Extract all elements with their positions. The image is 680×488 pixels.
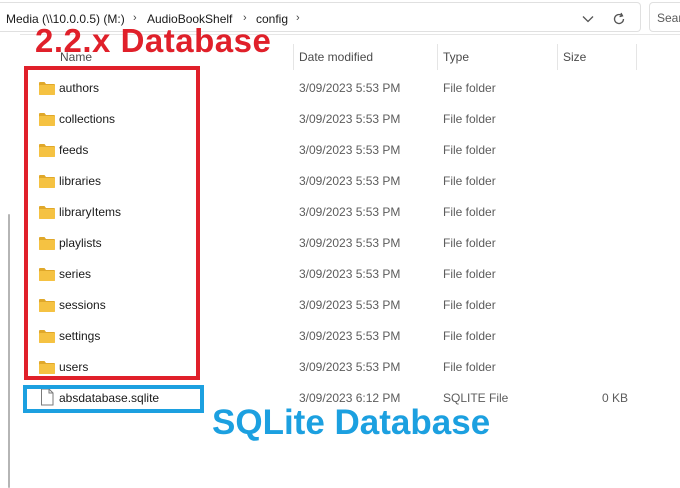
file-type: File folder [443, 205, 496, 219]
file-type: File folder [443, 112, 496, 126]
column-divider[interactable] [557, 44, 558, 70]
file-type: File folder [443, 81, 496, 95]
file-type: File folder [443, 329, 496, 343]
file-type: File folder [443, 267, 496, 281]
file-size: 0 KB [601, 391, 628, 405]
file-date-modified: 3/09/2023 5:53 PM [299, 236, 401, 250]
file-type: File folder [443, 360, 496, 374]
search-placeholder: Sear [657, 11, 680, 25]
file-date-modified: 3/09/2023 5:53 PM [299, 174, 401, 188]
file-date-modified: 3/09/2023 5:53 PM [299, 112, 401, 126]
column-divider[interactable] [636, 44, 637, 70]
column-divider[interactable] [293, 44, 294, 70]
file-date-modified: 3/09/2023 5:53 PM [299, 298, 401, 312]
annotation-label-blue: SQLite Database [212, 403, 491, 442]
annotation-box-blue [23, 385, 204, 413]
annotation-box-red [24, 66, 200, 380]
chevron-right-icon[interactable]: › [296, 12, 300, 24]
file-date-modified: 3/09/2023 5:53 PM [299, 267, 401, 281]
file-type: File folder [443, 174, 496, 188]
history-dropdown-icon[interactable] [578, 9, 598, 29]
file-type: File folder [443, 298, 496, 312]
column-header-size[interactable]: Size [563, 44, 586, 70]
column-divider[interactable] [437, 44, 438, 70]
file-date-modified: 3/09/2023 5:53 PM [299, 143, 401, 157]
navigation-pane [0, 34, 20, 488]
column-header-type[interactable]: Type [443, 44, 469, 70]
file-date-modified: 3/09/2023 5:53 PM [299, 360, 401, 374]
file-date-modified: 3/09/2023 5:53 PM [299, 205, 401, 219]
annotation-label-red: 2.2.x Database [35, 22, 272, 59]
search-input[interactable]: Sear [649, 2, 680, 32]
file-type: File folder [443, 143, 496, 157]
column-header-date[interactable]: Date modified [299, 44, 373, 70]
file-date-modified: 3/09/2023 5:53 PM [299, 81, 401, 95]
file-type: File folder [443, 236, 496, 250]
refresh-icon[interactable] [609, 9, 629, 29]
nav-scrollbar[interactable] [8, 214, 10, 488]
file-date-modified: 3/09/2023 5:53 PM [299, 329, 401, 343]
